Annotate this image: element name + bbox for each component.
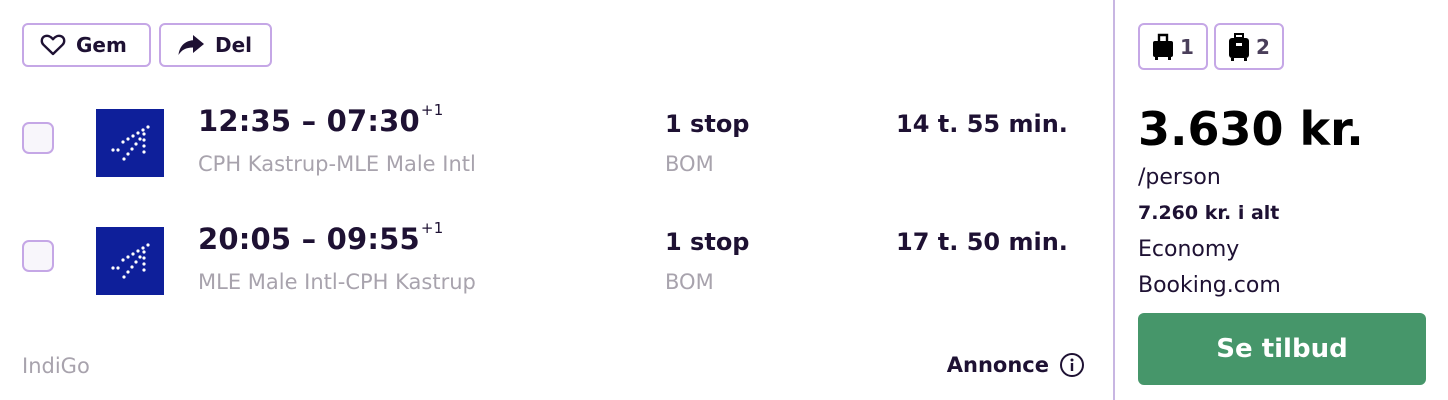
share-button[interactable]: Del — [159, 23, 272, 67]
airline-name: IndiGo — [22, 354, 90, 378]
carry-on-bag-badge: 1 — [1138, 23, 1208, 70]
save-label: Gem — [76, 33, 127, 57]
flight-result-card: Gem Del 12:35 – 07:30+1 CPH Kastrup-MLE … — [0, 0, 1448, 400]
time-range: 20:05 – 09:55 — [198, 222, 420, 256]
day-offset: +1 — [420, 219, 444, 237]
checked-bag-count: 2 — [1256, 34, 1270, 59]
airline-logo — [96, 227, 164, 295]
select-leg-checkbox[interactable] — [22, 122, 54, 154]
time-range: 12:35 – 07:30 — [198, 104, 420, 138]
carry-on-count: 1 — [1180, 34, 1194, 59]
price-total: 7.260 kr. i alt — [1138, 202, 1280, 224]
flight-time: 12:35 – 07:30+1 — [198, 101, 444, 138]
flight-leg-return: 20:05 – 09:55+1 MLE Male Intl-CPH Kastru… — [0, 218, 1113, 308]
share-label: Del — [215, 33, 253, 57]
price-section: 1 2 3.630 kr. /person 7.260 kr. i alt Ec… — [1115, 0, 1448, 400]
checked-bag-icon — [1229, 32, 1249, 61]
stops-count: 1 stop — [665, 228, 750, 256]
flight-duration: 17 t. 50 min. — [896, 228, 1068, 256]
ad-label: Annonce — [946, 353, 1049, 377]
price-per-person: /person — [1138, 165, 1221, 190]
day-offset: +1 — [420, 101, 444, 119]
view-deal-button[interactable]: Se tilbud — [1138, 313, 1426, 385]
share-arrow-icon — [178, 35, 204, 55]
indigo-logo-icon — [111, 243, 150, 279]
stopover-airport: BOM — [665, 152, 714, 176]
cabin-class: Economy — [1138, 237, 1240, 262]
stops-count: 1 stop — [665, 110, 750, 138]
carry-on-bag-icon — [1153, 33, 1173, 60]
stopover-airport: BOM — [665, 270, 714, 294]
flight-time: 20:05 – 09:55+1 — [198, 219, 444, 256]
itinerary-section: Gem Del 12:35 – 07:30+1 CPH Kastrup-MLE … — [0, 0, 1113, 400]
ad-notice[interactable]: Annonce — [947, 352, 1085, 378]
save-button[interactable]: Gem — [22, 23, 151, 67]
flight-route: MLE Male Intl-CPH Kastrup — [198, 270, 476, 294]
indigo-logo-icon — [111, 125, 150, 161]
airline-logo — [96, 109, 164, 177]
flight-leg-outbound: 12:35 – 07:30+1 CPH Kastrup-MLE Male Int… — [0, 100, 1113, 190]
select-leg-checkbox[interactable] — [22, 240, 54, 272]
checked-bag-badge: 2 — [1214, 23, 1284, 70]
info-icon — [1060, 353, 1084, 377]
booking-provider: Booking.com — [1138, 273, 1281, 298]
flight-route: CPH Kastrup-MLE Male Intl — [198, 152, 476, 176]
price-amount: 3.630 kr. — [1138, 102, 1364, 156]
heart-icon — [40, 34, 66, 56]
flight-duration: 14 t. 55 min. — [896, 110, 1068, 138]
